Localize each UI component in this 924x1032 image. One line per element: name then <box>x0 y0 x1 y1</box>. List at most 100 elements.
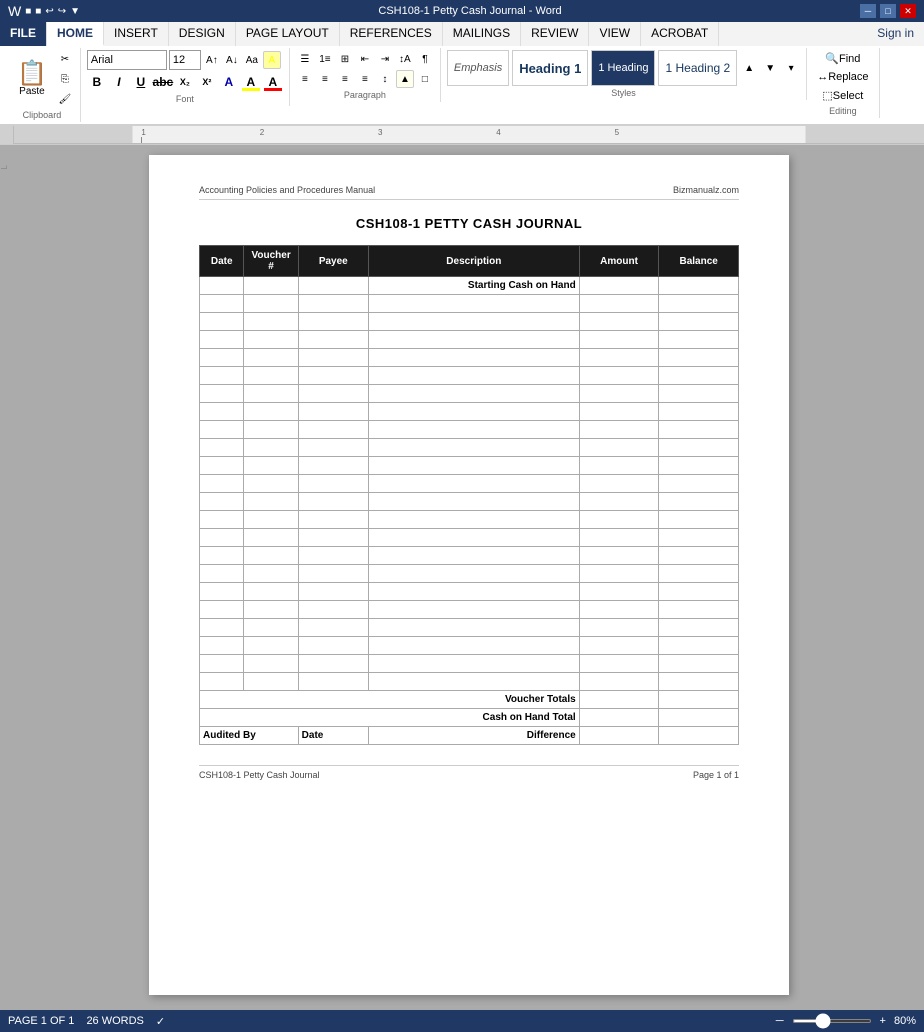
table-row <box>200 475 739 493</box>
superscript-button[interactable]: X² <box>197 72 217 92</box>
status-bar: PAGE 1 OF 1 26 WORDS ✓ ─ + 80% <box>0 1010 924 1032</box>
left-margin: L <box>0 155 14 995</box>
ribbon-content: 📋 Paste ✂ ⎘ 🖌 Clipboard A↑ A↓ Aa A B <box>0 46 924 126</box>
document-area: L Accounting Policies and Procedures Man… <box>0 145 924 1005</box>
styles-more[interactable]: ▾ <box>782 59 800 77</box>
sign-in-button[interactable]: Sign in <box>867 22 924 46</box>
style-emphasis[interactable]: Emphasis <box>447 50 509 86</box>
align-center-button[interactable]: ≡ <box>316 70 334 88</box>
tab-design[interactable]: DESIGN <box>169 22 236 46</box>
styles-group: Emphasis Heading 1 1 Heading 1 Heading 2… <box>441 48 807 100</box>
voucher-totals-row: Voucher Totals <box>200 691 739 709</box>
tab-page-layout[interactable]: PAGE LAYOUT <box>236 22 340 46</box>
subscript-button[interactable]: X₂ <box>175 72 195 92</box>
zoom-slider[interactable] <box>792 1019 872 1023</box>
title-bar: W ■ ■ ↩ ↪ ▼ CSH108-1 Petty Cash Journal … <box>0 0 924 22</box>
styles-scroll-down[interactable]: ▼ <box>761 59 779 77</box>
styles-scroll-up[interactable]: ▲ <box>740 59 758 77</box>
find-button[interactable]: 🔍 Find <box>821 50 864 67</box>
format-painter-button[interactable]: 🖌 <box>56 90 74 108</box>
tab-review[interactable]: REVIEW <box>521 22 589 46</box>
font-color-button[interactable]: A <box>263 72 283 92</box>
bold-button[interactable]: B <box>87 72 107 92</box>
show-formatting-button[interactable]: ¶ <box>416 50 434 68</box>
tab-references[interactable]: REFERENCES <box>340 22 443 46</box>
tab-insert[interactable]: INSERT <box>104 22 169 46</box>
tab-home[interactable]: HOME <box>47 22 104 46</box>
cut-button[interactable]: ✂ <box>56 50 74 68</box>
font-label: Font <box>176 94 194 104</box>
table-row <box>200 547 739 565</box>
highlight-button[interactable]: A <box>263 51 281 69</box>
cash-hand-total-row: Cash on Hand Total <box>200 709 739 727</box>
italic-button[interactable]: I <box>109 72 129 92</box>
style-heading1-dark[interactable]: 1 Heading <box>591 50 655 86</box>
replace-button[interactable]: ↔ Replace <box>813 69 872 85</box>
font-shrink-button[interactable]: A↓ <box>223 51 241 69</box>
sort-button[interactable]: ↕A <box>396 50 414 68</box>
header-left: Accounting Policies and Procedures Manua… <box>199 185 375 195</box>
paste-button[interactable]: 📋 Paste <box>10 59 54 100</box>
font-size-input[interactable] <box>169 50 201 70</box>
footer-right: Page 1 of 1 <box>693 770 739 780</box>
ruler: 1 2 3 4 5 <box>0 126 924 145</box>
justify-button[interactable]: ≡ <box>356 70 374 88</box>
close-button[interactable]: ✕ <box>900 4 916 18</box>
table-row <box>200 529 739 547</box>
style-heading1[interactable]: Heading 1 <box>512 50 588 86</box>
multilevel-button[interactable]: ⊞ <box>336 50 354 68</box>
table-row <box>200 367 739 385</box>
document-footer: CSH108-1 Petty Cash Journal Page 1 of 1 <box>199 765 739 780</box>
font-case-button[interactable]: Aa <box>243 51 261 69</box>
underline-button[interactable]: U <box>131 72 151 92</box>
zoom-in-icon[interactable]: + <box>880 1015 886 1027</box>
tab-file[interactable]: FILE <box>0 22 47 46</box>
tab-view[interactable]: VIEW <box>589 22 641 46</box>
decrease-indent-button[interactable]: ⇤ <box>356 50 374 68</box>
tab-acrobat[interactable]: ACROBAT <box>641 22 719 46</box>
table-row <box>200 583 739 601</box>
text-effect-button[interactable]: A <box>219 72 239 92</box>
window-controls[interactable]: ─ □ ✕ <box>860 4 916 18</box>
numbering-button[interactable]: 1≡ <box>316 50 334 68</box>
align-right-button[interactable]: ≡ <box>336 70 354 88</box>
clipboard-group: 📋 Paste ✂ ⎘ 🖌 Clipboard <box>4 48 81 122</box>
spell-check-icon[interactable]: ✓ <box>156 1015 165 1028</box>
table-row <box>200 673 739 691</box>
font-grow-button[interactable]: A↑ <box>203 51 221 69</box>
cash-hand-total-label: Cash on Hand Total <box>200 709 580 727</box>
voucher-totals-balance <box>659 691 739 709</box>
table-row <box>200 655 739 673</box>
editing-group: 🔍 Find ↔ Replace ⬚ Select Editing <box>807 48 879 118</box>
highlight-color-button[interactable]: A <box>241 72 261 92</box>
table-row <box>200 637 739 655</box>
clipboard-sub: ✂ ⎘ 🖌 <box>56 50 74 108</box>
starting-cash-label: Starting Cash on Hand <box>368 277 579 295</box>
borders-button[interactable]: □ <box>416 70 434 88</box>
strikethrough-button[interactable]: abc <box>153 72 173 92</box>
align-left-button[interactable]: ≡ <box>296 70 314 88</box>
shading-button[interactable]: ▲ <box>396 70 414 88</box>
increase-indent-button[interactable]: ⇥ <box>376 50 394 68</box>
minimize-button[interactable]: ─ <box>860 4 876 18</box>
line-spacing-button[interactable]: ↕ <box>376 70 394 88</box>
font-row1: A↑ A↓ Aa A <box>87 50 281 70</box>
select-button[interactable]: ⬚ Select <box>818 87 867 104</box>
ruler-scale: 1 2 3 4 5 <box>14 126 924 144</box>
paragraph-label: Paragraph <box>344 90 386 100</box>
copy-button[interactable]: ⎘ <box>56 70 74 88</box>
col-description: Description <box>368 246 579 277</box>
maximize-button[interactable]: □ <box>880 4 896 18</box>
payee-cell <box>298 277 368 295</box>
font-name-input[interactable] <box>87 50 167 70</box>
style-heading2[interactable]: 1 Heading 2 <box>658 50 737 86</box>
table-row <box>200 457 739 475</box>
tab-mailings[interactable]: MAILINGS <box>443 22 521 46</box>
editing-label: Editing <box>829 106 857 116</box>
font-row2: B I U abc X₂ X² A A A <box>87 72 283 92</box>
bullets-button[interactable]: ☰ <box>296 50 314 68</box>
col-payee: Payee <box>298 246 368 277</box>
col-voucher: Voucher # <box>244 246 298 277</box>
zoom-out-icon[interactable]: ─ <box>776 1015 784 1027</box>
audited-by-label: Audited By <box>200 727 299 745</box>
